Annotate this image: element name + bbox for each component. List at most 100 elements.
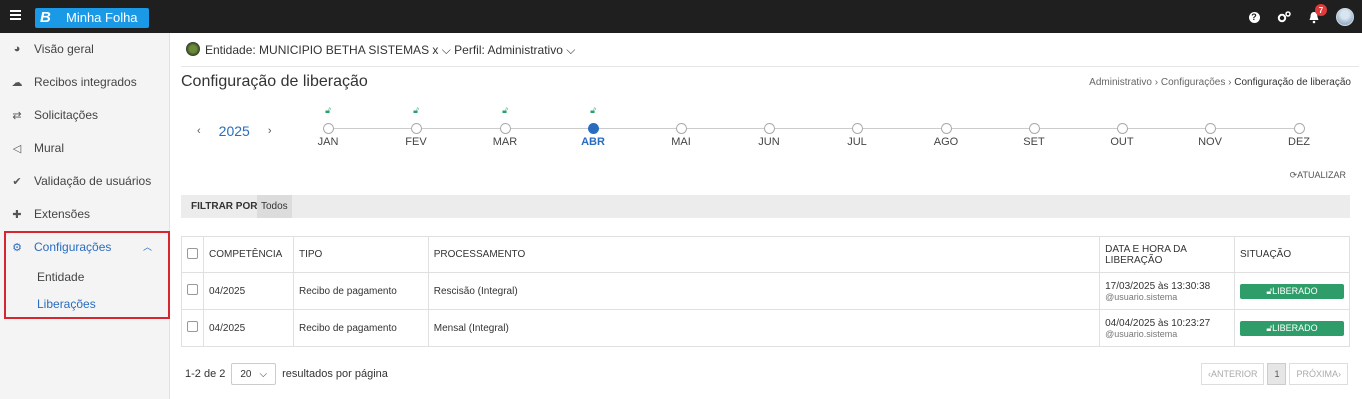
timeline-line [328, 128, 1300, 129]
sidebar-item-label: Extensões [34, 207, 91, 221]
month-jun[interactable]: JUN [749, 105, 789, 148]
month-out[interactable]: OUT [1102, 105, 1142, 148]
month-label: JUL [847, 136, 867, 148]
status-badge[interactable]: 🔓︎LIBERADO [1240, 283, 1344, 299]
chevron-left-icon[interactable]: ‹ [197, 125, 201, 137]
row-checkbox[interactable] [187, 284, 198, 295]
app-brand[interactable]: B Minha Folha [35, 8, 149, 28]
pagination-controls: ‹ ANTERIOR 1 PRÓXIMA › [1200, 363, 1348, 385]
month-label: SET [1023, 136, 1045, 148]
cell-processamento: Mensal (Integral) [427, 309, 1101, 347]
breadcrumb-item[interactable]: Configurações [1161, 77, 1225, 88]
megaphone-icon: ◁ [12, 142, 22, 155]
pagination-summary: 1-2 de 2 20 ⌵ resultados por página [185, 363, 388, 385]
gears-icon[interactable] [1276, 9, 1292, 25]
filter-bar: FILTRAR POR Todos [181, 195, 1350, 218]
page-size-select[interactable]: 20 ⌵ [231, 363, 277, 385]
cell-situacao: 🔓︎LIBERADO [1234, 309, 1350, 347]
unlock-icon: 🔓︎ [590, 105, 596, 115]
sidebar-item-label: Solicitações [34, 108, 99, 122]
previous-page-button[interactable]: ‹ ANTERIOR [1200, 363, 1265, 385]
month-abr[interactable]: 🔓︎ ABR [573, 105, 613, 148]
month-jan[interactable]: 🔓︎ JAN [308, 105, 348, 148]
help-glyph: ? [1248, 11, 1260, 23]
row-checkbox[interactable] [187, 321, 198, 332]
help-icon[interactable]: ? [1246, 9, 1262, 25]
month-label: ABR [581, 136, 605, 148]
page-title: Configuração de liberação [181, 73, 368, 90]
table-row[interactable]: 04/2025 Recibo de pagamento Rescisão (In… [181, 272, 1350, 310]
notifications-bell-icon[interactable]: 7 [1306, 4, 1327, 25]
highlight-box [4, 231, 170, 319]
app-name: Minha Folha [66, 10, 138, 25]
cell-data: 17/03/2025 às 13:30:38 @usuario.sistema [1099, 272, 1235, 310]
page-number-button[interactable]: 1 [1267, 363, 1287, 385]
refresh-label: ATUALIZAR [1297, 170, 1346, 180]
sidebar-item-solicitacoes[interactable]: ⇄ Solicitações [0, 99, 170, 131]
month-dez[interactable]: DEZ [1279, 105, 1319, 148]
row-select-cell [181, 309, 204, 347]
notification-badge: 7 [1315, 4, 1327, 16]
user-avatar[interactable] [1336, 8, 1354, 26]
chevron-down-icon: ⌵ [259, 368, 268, 380]
month-timeline: ‹ 2025 › 🔓︎ JAN 🔓︎ FEV 🔓︎ MAR 🔓︎ ABR MAI… [181, 105, 1341, 165]
year-label: 2025 [218, 123, 250, 139]
column-header[interactable]: SITUAÇÃO [1234, 236, 1350, 273]
month-nov[interactable]: NOV [1190, 105, 1230, 148]
sidebar-item-extensoes[interactable]: ✚ Extensões [0, 198, 170, 230]
month-label: AGO [933, 136, 959, 148]
hamburger-menu-icon[interactable] [10, 10, 21, 22]
month-mar[interactable]: 🔓︎ MAR [485, 105, 525, 148]
sidebar-item-mural[interactable]: ◁ Mural [0, 132, 170, 164]
sidebar-item-visao-geral[interactable]: ◕ Visão geral [0, 33, 170, 65]
cell-tipo: Recibo de pagamento [292, 309, 429, 347]
puzzle-icon: ✚ [12, 208, 22, 221]
sidebar-item-label: Validação de usuários [34, 174, 152, 188]
unlock-icon: 🔓︎ [502, 105, 508, 115]
month-ago[interactable]: AGO [926, 105, 966, 148]
entity-logo [186, 42, 200, 56]
context-bar: Entidade: MUNICIPIO BETHA SISTEMAS x ⌵ P… [181, 33, 1359, 67]
column-header[interactable]: DATA E HORA DA LIBERAÇÃO [1099, 236, 1235, 273]
cell-competencia: 04/2025 [203, 272, 294, 310]
page-size-value: 20 [240, 368, 252, 380]
chevron-right-icon[interactable]: › [268, 125, 272, 137]
sidebar-item-label: Mural [34, 141, 65, 155]
exchange-icon: ⇄ [12, 109, 22, 122]
month-label: OUT [1110, 136, 1134, 148]
select-all-cell [181, 236, 204, 273]
table-row[interactable]: 04/2025 Recibo de pagamento Mensal (Inte… [181, 309, 1350, 347]
context-selector[interactable]: Entidade: MUNICIPIO BETHA SISTEMAS x ⌵ P… [205, 43, 575, 58]
sidebar: ◕ Visão geral ☁ Recibos integrados ⇄ Sol… [0, 33, 170, 399]
status-badge[interactable]: 🔓︎LIBERADO [1240, 320, 1344, 336]
month-set[interactable]: SET [1014, 105, 1054, 148]
status-label: LIBERADO [1272, 285, 1318, 296]
month-label: DEZ [1288, 136, 1310, 148]
previous-label: ANTERIOR [1210, 369, 1258, 379]
column-header[interactable]: TIPO [292, 236, 429, 273]
release-datetime: 04/04/2025 às 10:23:27 [1105, 317, 1211, 329]
check-icon: ✔ [12, 175, 22, 188]
breadcrumb-current: Configuração de liberação [1234, 77, 1351, 88]
sidebar-item-label: Recibos integrados [34, 75, 137, 89]
refresh-button[interactable]: ⟳ATUALIZAR [1290, 170, 1346, 181]
sidebar-item-validacao-usuarios[interactable]: ✔ Validação de usuários [0, 165, 170, 197]
filter-value-chip[interactable]: Todos [257, 195, 292, 218]
cell-situacao: 🔓︎LIBERADO [1234, 272, 1350, 310]
release-user: @usuario.sistema [1105, 291, 1178, 302]
month-mai[interactable]: MAI [661, 105, 701, 148]
column-header[interactable]: COMPETÊNCIA [203, 236, 294, 273]
breadcrumb-item[interactable]: Administrativo [1089, 77, 1152, 88]
month-label: JUN [758, 136, 780, 148]
month-label: MAI [671, 136, 691, 148]
month-fev[interactable]: 🔓︎ FEV [396, 105, 436, 148]
next-page-button[interactable]: PRÓXIMA › [1289, 363, 1348, 385]
sidebar-item-recibos-integrados[interactable]: ☁ Recibos integrados [0, 66, 170, 98]
breadcrumb: Administrativo › Configurações › Configu… [1089, 77, 1351, 88]
select-all-checkbox[interactable] [187, 247, 198, 259]
month-jul[interactable]: JUL [837, 105, 877, 148]
status-label: LIBERADO [1272, 322, 1318, 333]
top-bar: B Minha Folha ? 7 [0, 0, 1362, 33]
sidebar-item-label: Visão geral [34, 42, 94, 56]
column-header[interactable]: PROCESSAMENTO [427, 236, 1101, 273]
